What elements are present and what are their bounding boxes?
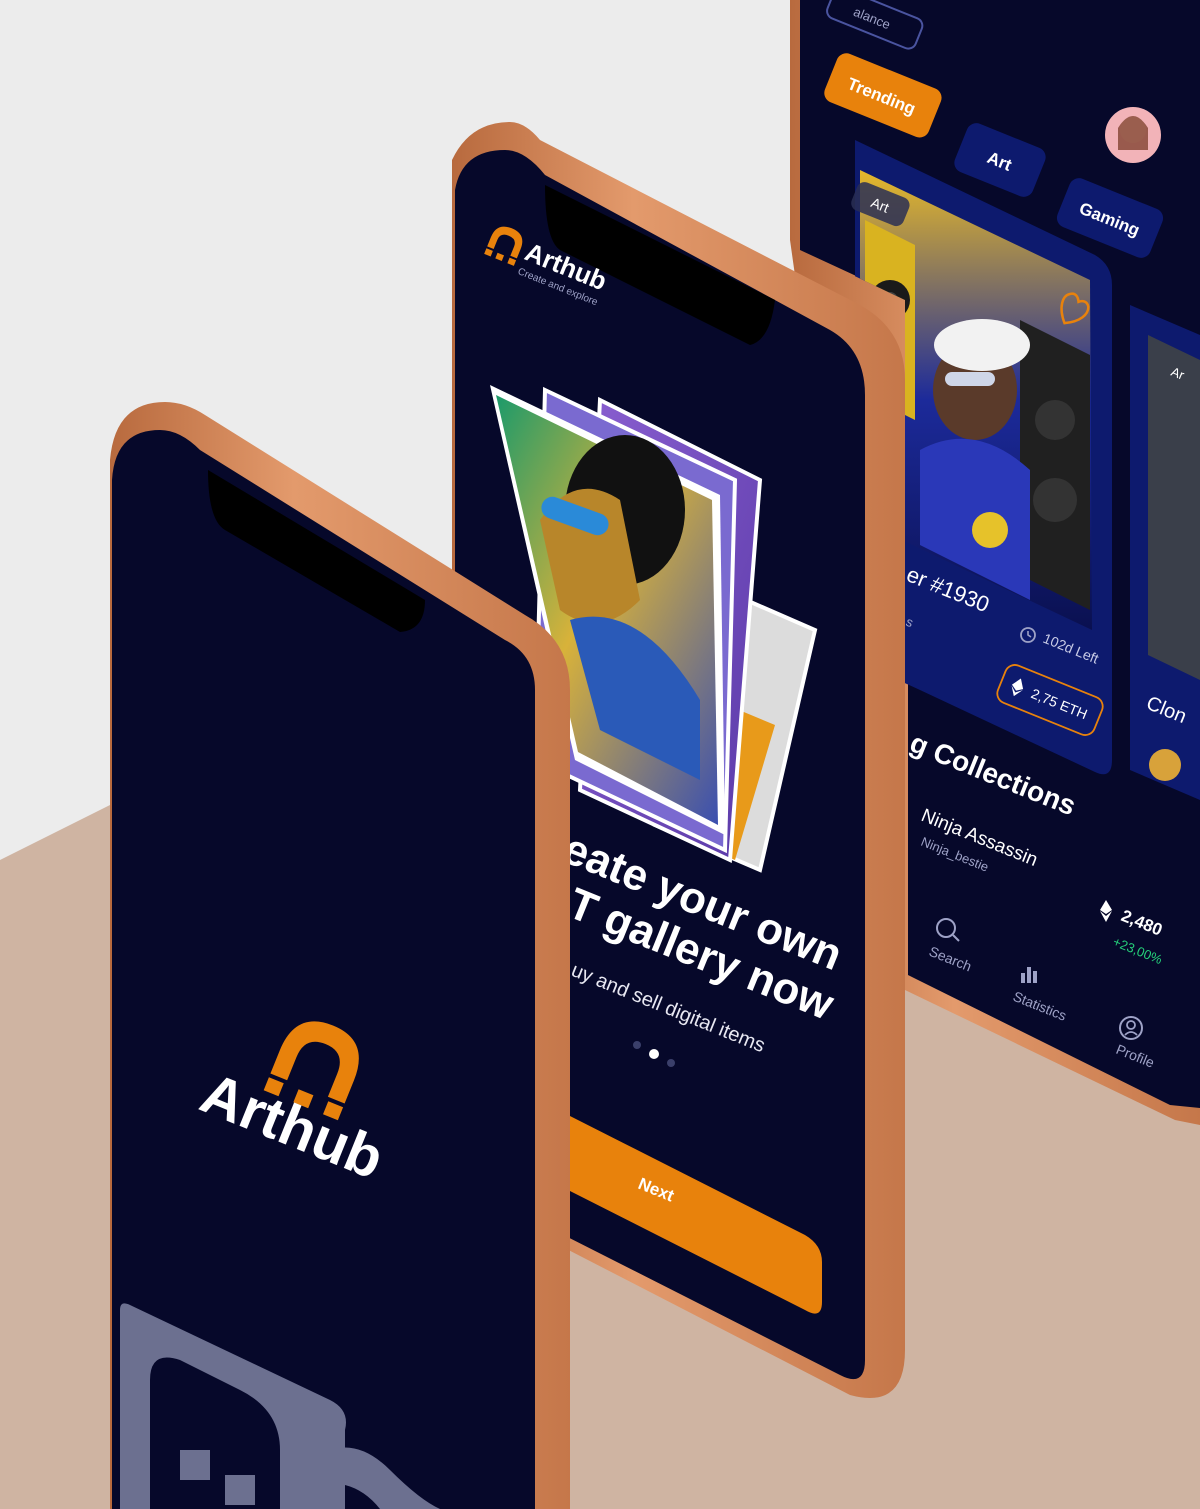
pager-dot-2-active <box>649 1049 659 1059</box>
speaker-right-woofer-2 <box>1033 478 1077 522</box>
nft-figure-glasses <box>945 372 995 386</box>
side-nft-image <box>1148 335 1200 680</box>
pager-dot-3 <box>667 1059 675 1067</box>
side-card-avatar <box>1149 749 1181 781</box>
mockup-scene: alance Trending Art Gaming Art er #1930 … <box>0 0 1200 1509</box>
speaker-right-woofer <box>1035 400 1075 440</box>
nft-figure-chain <box>972 512 1008 548</box>
nft-figure-cap <box>934 319 1030 371</box>
speaker-right-shape <box>1020 320 1090 610</box>
pager-dot-1 <box>633 1041 641 1049</box>
